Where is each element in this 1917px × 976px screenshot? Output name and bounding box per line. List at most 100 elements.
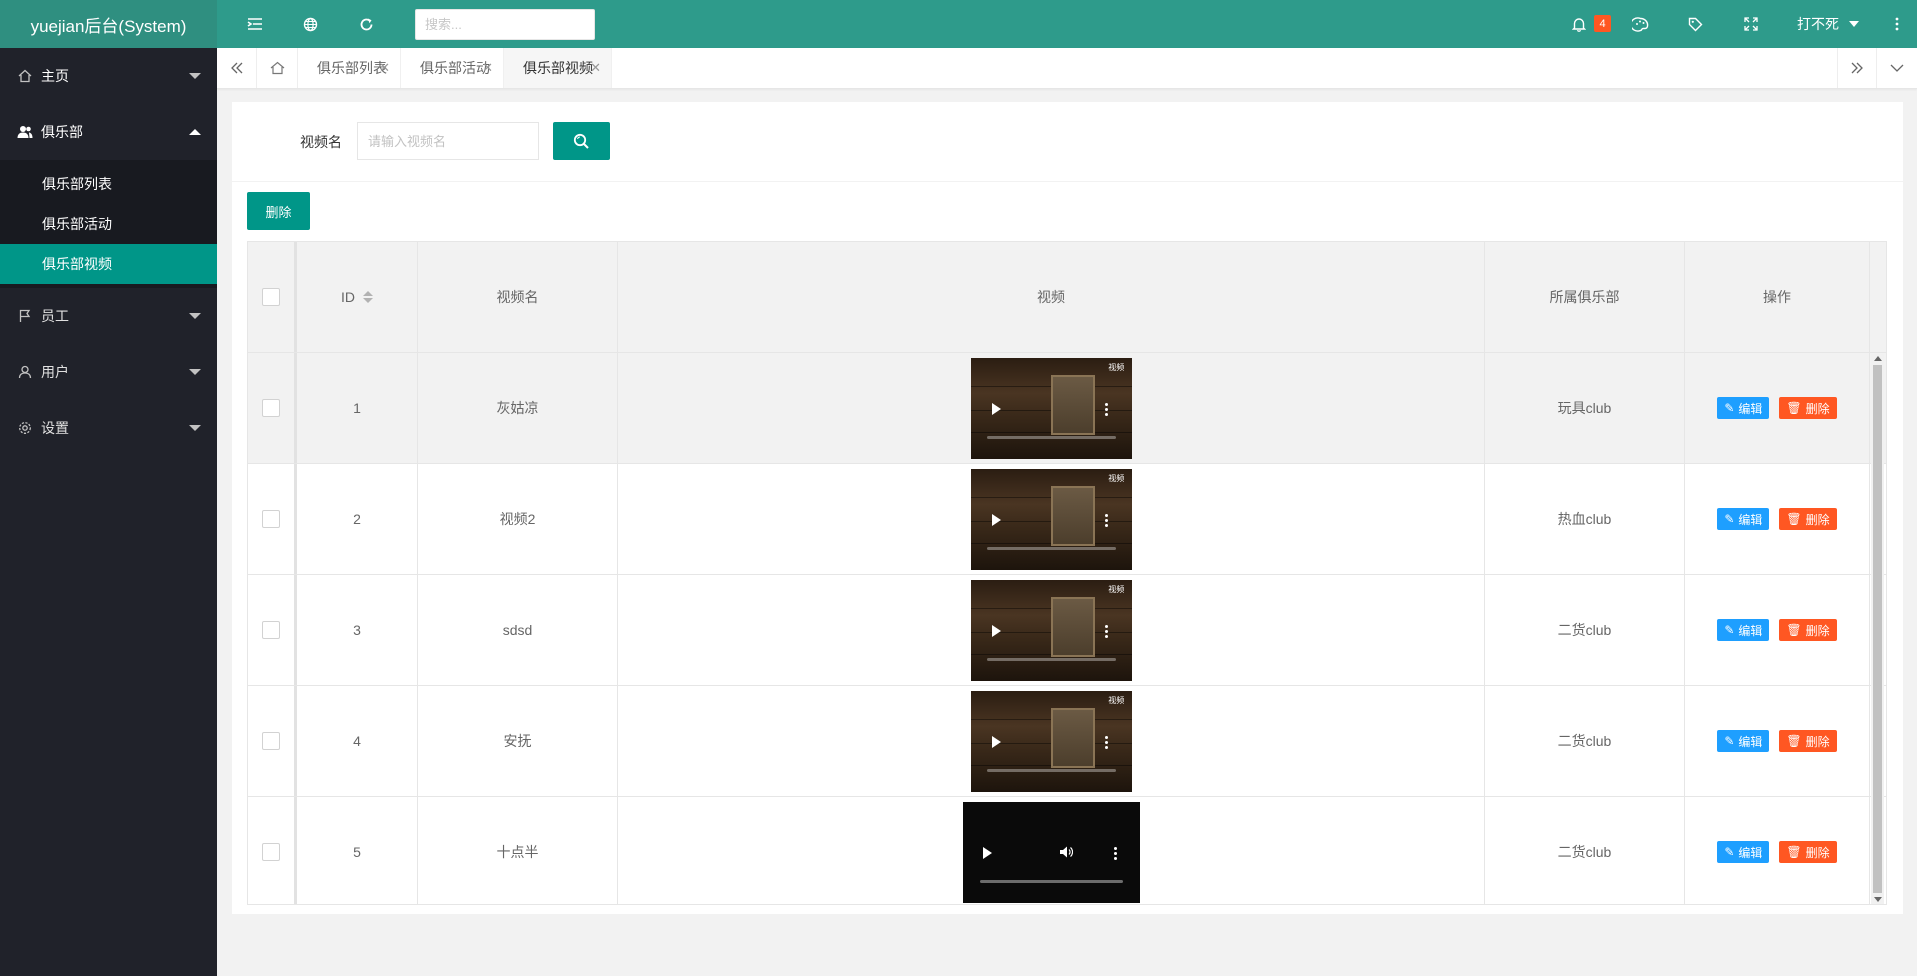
edit-button[interactable]: ✎ 编辑 [1717, 841, 1770, 863]
video-progress-bar[interactable] [986, 768, 1116, 772]
refresh-icon[interactable] [356, 14, 376, 34]
delete-button[interactable]: 🗑 删除 [1779, 397, 1837, 419]
sidebar-item-home[interactable]: 主页 [0, 48, 217, 104]
more-vertical-icon[interactable] [1104, 735, 1108, 749]
row-actions: ✎ 编辑 🗑 删除 [1685, 464, 1870, 574]
edit-button[interactable]: ✎ 编辑 [1717, 397, 1770, 419]
scroll-thumb[interactable] [1873, 365, 1882, 893]
tabs-scroll-left-icon[interactable] [217, 48, 257, 88]
video-player[interactable]: 视频 [970, 357, 1132, 459]
row-checkbox-cell [248, 353, 297, 463]
delete-button[interactable]: 🗑 删除 [1779, 508, 1837, 530]
row-checkbox[interactable] [262, 621, 280, 639]
sidebar-subitem-club-list[interactable]: 俱乐部列表 [0, 164, 217, 204]
header-search[interactable] [415, 9, 595, 40]
pencil-icon: ✎ [1724, 623, 1735, 637]
tabs-scroll-right-icon[interactable] [1837, 48, 1877, 88]
edit-button[interactable]: ✎ 编辑 [1717, 619, 1770, 641]
scroll-down-icon[interactable] [1874, 897, 1882, 902]
close-icon[interactable]: ✕ [590, 60, 601, 76]
sidebar-item-label: 主页 [41, 68, 69, 84]
row-id: 4 [297, 686, 418, 796]
delete-button[interactable]: 🗑 删除 [1779, 619, 1837, 641]
play-icon[interactable] [991, 735, 1001, 748]
table-scrollbar[interactable] [1871, 354, 1884, 904]
fullscreen-icon[interactable] [1741, 14, 1761, 34]
row-name: 安抚 [418, 686, 618, 796]
sidebar: yuejian后台(System) 主页 俱乐部 俱乐部列表 俱乐部活动 俱乐部… [0, 0, 217, 976]
sidebar-subitem-club-activity[interactable]: 俱乐部活动 [0, 204, 217, 244]
header-op: 操作 [1685, 242, 1870, 352]
close-icon[interactable]: ✕ [379, 60, 390, 76]
scroll-up-icon[interactable] [1874, 356, 1882, 361]
tab-club-list[interactable]: 俱乐部列表 ✕ [298, 48, 401, 88]
row-video-cell: 视频 [618, 353, 1485, 463]
row-checkbox-cell [248, 797, 297, 904]
video-name-input[interactable] [368, 133, 538, 149]
bell-icon[interactable] [1569, 14, 1589, 34]
more-vertical-icon[interactable] [1887, 14, 1907, 34]
pencil-icon: ✎ [1724, 512, 1735, 526]
menu-toggle-icon[interactable] [245, 14, 265, 34]
play-icon[interactable] [982, 846, 992, 859]
tab-club-video[interactable]: 俱乐部视频 ✕ [504, 48, 612, 88]
edit-button[interactable]: ✎ 编辑 [1717, 508, 1770, 530]
video-player[interactable]: 视频 [970, 579, 1132, 681]
sort-icon[interactable] [363, 291, 373, 303]
pencil-icon: ✎ [1724, 401, 1735, 415]
chevron-down-icon[interactable] [1849, 21, 1859, 27]
row-checkbox[interactable] [262, 843, 280, 861]
header-name: 视频名 [418, 242, 618, 352]
row-checkbox[interactable] [262, 399, 280, 417]
more-vertical-icon[interactable] [1104, 513, 1108, 527]
tab-club-activity[interactable]: 俱乐部活动 ✕ [401, 48, 504, 88]
video-player[interactable]: 视频 [970, 690, 1132, 792]
globe-icon[interactable] [300, 14, 320, 34]
video-progress-bar[interactable] [986, 657, 1116, 661]
sidebar-item-label: 俱乐部 [41, 124, 83, 140]
play-icon[interactable] [991, 402, 1001, 415]
play-icon[interactable] [991, 513, 1001, 526]
tabs-dropdown-icon[interactable] [1877, 48, 1917, 88]
app-title: yuejian后台(System) [0, 0, 217, 48]
volume-icon[interactable] [1059, 845, 1073, 859]
delete-button[interactable]: 🗑 删除 [1779, 730, 1837, 752]
row-checkbox[interactable] [262, 510, 280, 528]
play-icon[interactable] [991, 624, 1001, 637]
divider [232, 181, 1903, 182]
tab-home-icon[interactable] [257, 48, 298, 88]
video-player[interactable]: 视频 [970, 468, 1132, 570]
user-name[interactable]: 打不死 [1797, 14, 1839, 34]
more-vertical-icon[interactable] [1104, 624, 1108, 638]
sidebar-item-club[interactable]: 俱乐部 [0, 104, 217, 160]
tag-icon[interactable] [1685, 14, 1705, 34]
video-progress-bar[interactable] [979, 879, 1123, 883]
chevron-down-icon [189, 425, 201, 431]
more-vertical-icon[interactable] [1113, 846, 1117, 860]
batch-delete-button[interactable]: 删除 [247, 192, 310, 230]
tab-label: 俱乐部视频 [523, 60, 593, 76]
video-player[interactable] [962, 801, 1140, 903]
search-button[interactable] [553, 122, 610, 160]
video-progress-bar[interactable] [986, 435, 1116, 439]
close-icon[interactable]: ✕ [482, 60, 493, 76]
sidebar-item-user[interactable]: 用户 [0, 344, 217, 400]
select-all-checkbox[interactable] [262, 288, 280, 306]
delete-button[interactable]: 🗑 删除 [1779, 841, 1837, 863]
header-id[interactable]: ID [297, 242, 418, 352]
top-header: 4 打不死 [217, 0, 1917, 48]
theme-palette-icon[interactable] [1630, 14, 1650, 34]
sidebar-item-settings[interactable]: 设置 [0, 400, 217, 456]
row-checkbox[interactable] [262, 732, 280, 750]
sidebar-item-staff[interactable]: 员工 [0, 288, 217, 344]
header-search-input[interactable] [425, 17, 594, 32]
row-checkbox-cell [248, 575, 297, 685]
trash-icon: 🗑 [1786, 512, 1802, 526]
video-name-field[interactable] [357, 122, 539, 160]
edit-button[interactable]: ✎ 编辑 [1717, 730, 1770, 752]
row-actions: ✎ 编辑 🗑 删除 [1685, 686, 1870, 796]
more-vertical-icon[interactable] [1104, 402, 1108, 416]
video-progress-bar[interactable] [986, 546, 1116, 550]
sidebar-item-label: 用户 [41, 364, 69, 380]
sidebar-subitem-club-video[interactable]: 俱乐部视频 [0, 244, 217, 284]
